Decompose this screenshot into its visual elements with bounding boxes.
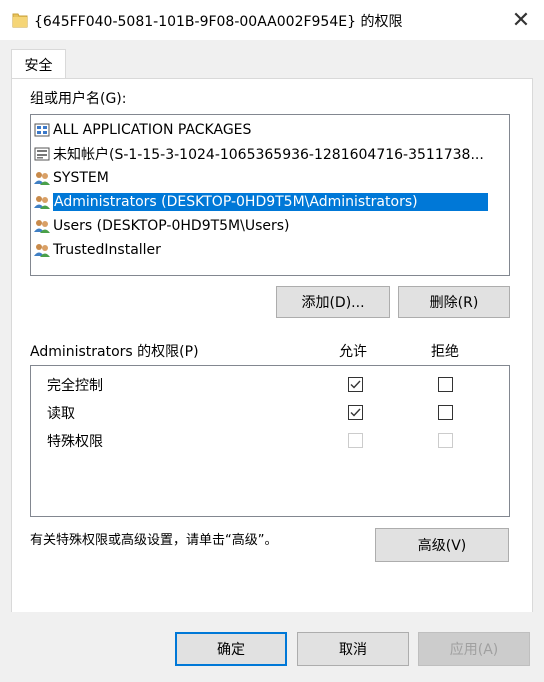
close-icon: ✕	[511, 7, 531, 33]
groups-label: 组或用户名(G):	[30, 91, 127, 107]
apply-button: 应用(A)	[418, 632, 530, 666]
permission-name: 特殊权限	[47, 434, 103, 450]
list-item-label: Users (DESKTOP-0HD9T5M\Users)	[53, 217, 290, 234]
read-deny-checkbox[interactable]	[438, 405, 453, 420]
list-item-label: 未知帐户(S-1-15-3-1024-1065365936-1281604716…	[53, 146, 484, 163]
full-control-deny-checkbox[interactable]	[438, 377, 453, 392]
permission-name: 完全控制	[47, 378, 103, 394]
list-item-label: ALL APPLICATION PACKAGES	[53, 121, 252, 138]
ok-button[interactable]: 确定	[175, 632, 287, 666]
permission-name: 读取	[47, 406, 75, 422]
special-allow-checkbox	[348, 433, 363, 448]
list-item[interactable]: SYSTEM	[34, 166, 506, 189]
add-button[interactable]: 添加(D)...	[276, 286, 390, 318]
groups-listbox[interactable]: ALL APPLICATION PACKAGES 未知帐户(S-1-15-3-1…	[30, 114, 510, 276]
list-item-label: TrustedInstaller	[53, 241, 161, 258]
list-item[interactable]: Users (DESKTOP-0HD9T5M\Users)	[34, 214, 506, 237]
title-bar: {645FF040-5081-101B-9F08-00AA002F954E} 的…	[0, 0, 544, 40]
allow-header: 允许	[339, 344, 367, 360]
permissions-dialog: {645FF040-5081-101B-9F08-00AA002F954E} 的…	[0, 0, 544, 682]
list-item[interactable]: 未知帐户(S-1-15-3-1024-1065365936-1281604716…	[34, 142, 506, 165]
unknown-account-icon	[34, 146, 50, 162]
user-group-icon	[34, 194, 50, 210]
tab-strip: 安全	[0, 40, 544, 80]
advanced-button[interactable]: 高级(V)	[375, 528, 509, 562]
window-title: {645FF040-5081-101B-9F08-00AA002F954E} 的…	[34, 14, 403, 30]
folder-icon	[12, 13, 28, 28]
user-group-icon	[34, 242, 50, 258]
permissions-list: 完全控制 读取 特殊权限	[30, 365, 510, 517]
list-item[interactable]: TrustedInstaller	[34, 238, 506, 261]
permissions-label: Administrators 的权限(P)	[30, 344, 199, 360]
app-packages-icon	[34, 122, 50, 138]
list-item-label: Administrators (DESKTOP-0HD9T5M\Administ…	[53, 192, 488, 211]
cancel-button[interactable]: 取消	[297, 632, 409, 666]
list-item-label: SYSTEM	[53, 169, 109, 186]
user-group-icon	[34, 170, 50, 186]
user-group-icon	[34, 218, 50, 234]
full-control-allow-checkbox[interactable]	[348, 377, 363, 392]
remove-button[interactable]: 删除(R)	[398, 286, 510, 318]
list-item[interactable]: ALL APPLICATION PACKAGES	[34, 118, 506, 141]
tab-security[interactable]: 安全	[11, 49, 66, 80]
read-allow-checkbox[interactable]	[348, 405, 363, 420]
deny-header: 拒绝	[431, 344, 459, 360]
special-deny-checkbox	[438, 433, 453, 448]
list-item-selected[interactable]: Administrators (DESKTOP-0HD9T5M\Administ…	[34, 190, 506, 213]
close-button[interactable]: ✕	[498, 0, 544, 40]
advanced-hint: 有关特殊权限或高级设置，请单击“高级”。	[30, 533, 278, 548]
